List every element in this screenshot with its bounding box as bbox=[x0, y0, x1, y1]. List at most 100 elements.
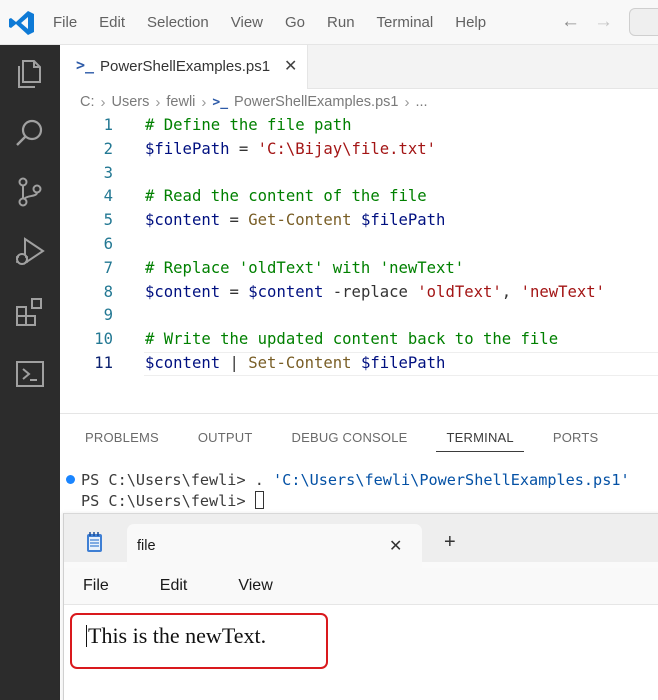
editor-tab-bar: >_ PowerShellExamples.ps1 ✕ bbox=[60, 45, 658, 89]
notepad-menu-bar: File Edit View bbox=[64, 568, 658, 604]
new-tab-plus-icon[interactable]: + bbox=[444, 532, 456, 552]
code-line[interactable]: 6 bbox=[60, 233, 658, 257]
run-debug-icon[interactable] bbox=[13, 235, 47, 269]
code-token: $filePath bbox=[360, 353, 446, 372]
tab-output[interactable]: OUTPUT bbox=[173, 414, 267, 462]
chevron-right-icon: › bbox=[404, 93, 410, 111]
code-token: 'oldText' bbox=[417, 282, 502, 301]
breadcrumb-fewli[interactable]: fewli bbox=[166, 94, 195, 110]
menu-terminal[interactable]: Terminal bbox=[366, 0, 445, 45]
chevron-right-icon: › bbox=[100, 93, 106, 111]
code-token: # Replace 'oldText' with 'newText' bbox=[145, 258, 465, 277]
chevron-right-icon: › bbox=[201, 93, 207, 111]
code-line[interactable]: 10 # Write the updated content back to th… bbox=[60, 328, 658, 352]
code-token: -replace bbox=[323, 282, 418, 301]
code-token: 'C:\Bijay\file.txt' bbox=[257, 139, 437, 158]
panel-tabs: PROBLEMS OUTPUT DEBUG CONSOLE TERMINAL P… bbox=[60, 414, 612, 462]
code-token: , bbox=[501, 282, 521, 301]
menu-edit[interactable]: Edit bbox=[88, 0, 136, 45]
terminal-prompt: PS C:\Users\fewli> bbox=[81, 492, 255, 510]
command-center[interactable] bbox=[629, 8, 658, 36]
editor-tab-powershellexamples[interactable]: >_ PowerShellExamples.ps1 ✕ bbox=[60, 45, 308, 89]
breadcrumb: C: › Users › fewli › >_ PowerShellExampl… bbox=[80, 92, 428, 112]
line-number: 8 bbox=[103, 282, 113, 301]
code-token: $content bbox=[145, 211, 221, 230]
code-line[interactable]: 11 $content | Set-Content $filePath bbox=[60, 352, 658, 376]
line-number: 6 bbox=[103, 234, 113, 253]
code-token: Set-Content bbox=[248, 353, 352, 372]
code-line[interactable]: 3 bbox=[60, 162, 658, 186]
menu-go[interactable]: Go bbox=[274, 0, 316, 45]
code-line[interactable]: 2 $filePath = 'C:\Bijay\file.txt' bbox=[60, 138, 658, 162]
code-line[interactable]: 7 # Replace 'oldText' with 'newText' bbox=[60, 257, 658, 281]
code-token: # Define the file path bbox=[145, 116, 352, 134]
title-bar: File Edit Selection View Go Run Terminal… bbox=[0, 0, 658, 45]
notepad-tab-label: file bbox=[137, 538, 156, 554]
tab-debug-console[interactable]: DEBUG CONSOLE bbox=[267, 414, 422, 462]
explorer-icon[interactable] bbox=[13, 57, 47, 91]
code-text: $filePath = 'C:\Bijay\file.txt' bbox=[145, 138, 436, 162]
tab-terminal[interactable]: TERMINAL bbox=[422, 414, 528, 462]
code-line[interactable]: 4 # Read the content of the file bbox=[60, 185, 658, 209]
line-number: 2 bbox=[103, 139, 113, 158]
activity-bar bbox=[0, 45, 60, 700]
code-line[interactable]: 8 $content = $content -replace 'oldText',… bbox=[60, 281, 658, 305]
code-line[interactable]: 1 # Define the file path bbox=[60, 114, 658, 138]
menu-selection[interactable]: Selection bbox=[136, 0, 220, 45]
code-text: # Define the file path bbox=[145, 114, 352, 138]
breadcrumb-users[interactable]: Users bbox=[112, 94, 150, 110]
code-token: $content bbox=[248, 282, 324, 301]
terminal-view-icon[interactable] bbox=[13, 357, 47, 391]
command-status-dot-icon bbox=[66, 475, 75, 484]
back-arrow-icon[interactable]: ← bbox=[561, 11, 580, 33]
powershell-file-icon: >_ bbox=[212, 94, 229, 110]
menu-run[interactable]: Run bbox=[316, 0, 366, 45]
menu-view[interactable]: View bbox=[220, 0, 274, 45]
terminal-cursor bbox=[254, 491, 264, 509]
notepad-menu-view[interactable]: View bbox=[219, 577, 304, 595]
notepad-title-bar: file ✕ + bbox=[64, 514, 658, 568]
menu-help[interactable]: Help bbox=[444, 0, 497, 45]
code-token: $filePath bbox=[360, 211, 446, 230]
terminal-line[interactable]: PS C:\Users\fewli> bbox=[81, 491, 264, 510]
code-editor[interactable]: 1 # Define the file path 2 $filePath = 'C:\… bbox=[60, 114, 658, 376]
source-control-icon[interactable] bbox=[13, 175, 47, 209]
notepad-menu-edit[interactable]: Edit bbox=[141, 577, 220, 595]
notepad-window: file ✕ + File Edit View This is the newT… bbox=[63, 513, 658, 700]
notepad-menu-file[interactable]: File bbox=[64, 577, 141, 595]
notepad-tab-file[interactable]: file ✕ bbox=[127, 524, 422, 568]
tab-ports[interactable]: PORTS bbox=[528, 414, 613, 462]
code-line[interactable]: 5 $content = Get-Content $filePath bbox=[60, 209, 658, 233]
pipe-operator: | bbox=[229, 353, 239, 372]
menu-file[interactable]: File bbox=[42, 0, 88, 45]
vscode-logo-icon bbox=[9, 11, 34, 35]
line-number: 1 bbox=[103, 116, 113, 134]
breadcrumb-file[interactable]: PowerShellExamples.ps1 bbox=[234, 94, 398, 110]
forward-arrow-icon[interactable]: → bbox=[594, 11, 613, 33]
terminal-prompt: PS C:\Users\fewli> . bbox=[81, 471, 274, 489]
close-icon[interactable]: ✕ bbox=[389, 536, 402, 556]
line-number: 9 bbox=[103, 306, 113, 325]
code-token: $content bbox=[145, 282, 221, 301]
code-token: = bbox=[220, 282, 249, 301]
code-line[interactable]: 9 bbox=[60, 304, 658, 328]
code-text: # Write the updated content back to the … bbox=[145, 328, 558, 352]
editor-tab-label: PowerShellExamples.ps1 bbox=[100, 58, 271, 75]
tab-problems[interactable]: PROBLEMS bbox=[60, 414, 173, 462]
line-number: 3 bbox=[103, 163, 113, 182]
powershell-file-icon: >_ bbox=[76, 56, 95, 74]
code-token: # Read the content of the file bbox=[145, 187, 427, 206]
chevron-right-icon: › bbox=[155, 93, 161, 111]
breadcrumb-symbols[interactable]: ... bbox=[415, 94, 427, 110]
terminal-line[interactable]: PS C:\Users\fewli> . 'C:\Users\fewli\Pow… bbox=[66, 471, 630, 489]
extensions-icon[interactable] bbox=[13, 295, 47, 329]
notepad-app-icon bbox=[87, 532, 102, 552]
code-token: = bbox=[220, 211, 249, 230]
close-icon[interactable]: ✕ bbox=[284, 56, 297, 76]
line-number: 4 bbox=[103, 187, 113, 206]
breadcrumb-drive[interactable]: C: bbox=[80, 94, 95, 110]
code-token: 'newText' bbox=[520, 282, 606, 301]
search-icon[interactable] bbox=[13, 116, 47, 150]
terminal-command-path: 'C:\Users\fewli\PowerShellExamples.ps1' bbox=[273, 471, 630, 489]
